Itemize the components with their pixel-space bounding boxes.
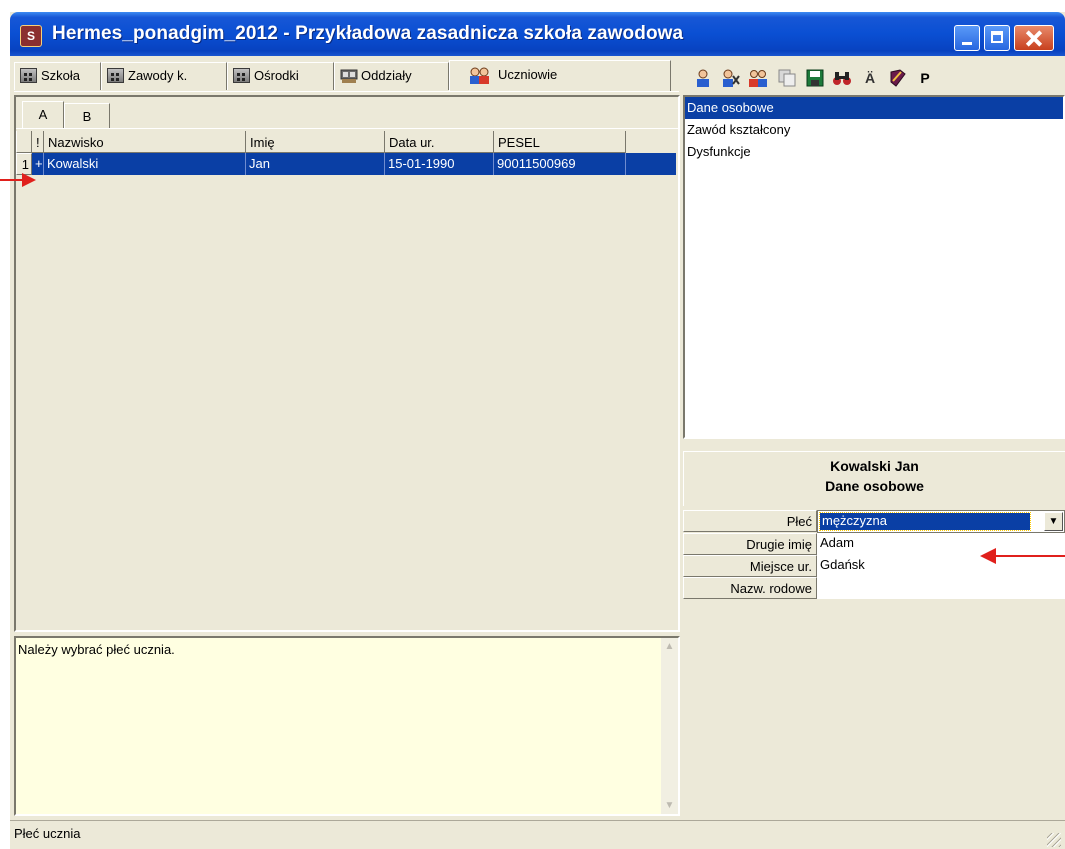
detail-student-name: Kowalski Jan: [830, 458, 919, 474]
app-icon: S: [20, 25, 42, 47]
title-bar[interactable]: S Hermes_ponadgim_2012 - Przykładowa zas…: [10, 12, 1065, 56]
tab-divider: [14, 91, 679, 92]
resize-grip-icon[interactable]: [1047, 833, 1061, 847]
tab-label: Oddziały: [361, 68, 412, 83]
app-window: S Hermes_ponadgim_2012 - Przykładowa zas…: [10, 12, 1065, 849]
minimize-button[interactable]: [954, 25, 980, 51]
student-icon[interactable]: [693, 68, 713, 88]
status-text: Płeć ucznia: [14, 826, 81, 841]
building-icon: [20, 68, 37, 83]
classroom-icon: [340, 68, 358, 83]
nazw-rodowe-field[interactable]: [817, 577, 1065, 599]
students-grid-panel: A B ! Nazwisko Imię Data ur. PESEL 1 + K…: [14, 95, 680, 632]
column-header-data-ur[interactable]: Data ur.: [385, 131, 494, 153]
binoculars-icon[interactable]: [832, 68, 852, 88]
column-header-flag[interactable]: !: [32, 131, 44, 153]
maximize-button[interactable]: [984, 25, 1010, 51]
column-header-pesel[interactable]: PESEL: [494, 131, 626, 153]
copy-icon[interactable]: [777, 68, 797, 88]
tab-oddzialy[interactable]: Oddziały: [334, 62, 449, 90]
table-row[interactable]: + Kowalski Jan 15-01-1990 90011500969: [32, 153, 676, 175]
tab-label: Uczniowie: [498, 67, 558, 82]
subtab-b[interactable]: B: [64, 103, 110, 128]
window-title: Hermes_ponadgim_2012 - Przykładowa zasad…: [52, 23, 684, 44]
building-icon: [107, 68, 124, 83]
tab-label: Szkoła: [41, 68, 81, 83]
students-icon: [468, 67, 492, 84]
list-item-dysfunkcje[interactable]: Dysfunkcje: [685, 141, 1063, 163]
students-group-icon[interactable]: [748, 68, 768, 88]
field-label-plec: Płeć: [683, 510, 817, 532]
column-header-imie[interactable]: Imię: [246, 131, 385, 153]
tab-zawody[interactable]: Zawody k.: [101, 62, 227, 90]
subtab-a[interactable]: A: [22, 101, 64, 128]
status-bar: Płeć ucznia: [10, 820, 1065, 849]
tab-label: Zawody k.: [128, 68, 188, 83]
tab-label: Ośrodki: [254, 68, 299, 83]
annotation-arrow-icon: [980, 548, 1065, 564]
cut-student-icon[interactable]: [720, 68, 740, 88]
book-icon[interactable]: [888, 68, 908, 88]
plec-select-value[interactable]: mężczyzna: [819, 512, 1031, 531]
subtab-divider: [16, 128, 678, 129]
tab-osrodki[interactable]: Ośrodki: [227, 62, 334, 90]
chevron-down-icon[interactable]: ▼: [1044, 512, 1063, 531]
field-label-drugie-imie: Drugie imię: [683, 533, 817, 555]
field-label-nazw-rodowe: Nazw. rodowe: [683, 577, 817, 599]
hint-message-box: Należy wybrać płeć ucznia. ▲ ▼: [14, 636, 680, 816]
scrollbar[interactable]: ▲ ▼: [661, 638, 678, 814]
scroll-down-icon[interactable]: ▼: [661, 797, 678, 814]
detail-header: Kowalski Jan Dane osobowe: [683, 451, 1065, 506]
list-item-dane-osobowe[interactable]: Dane osobowe: [685, 97, 1063, 119]
field-label-miejsce-ur: Miejsce ur.: [683, 555, 817, 577]
scroll-up-icon[interactable]: ▲: [661, 638, 678, 655]
cell-pesel[interactable]: 90011500969: [494, 153, 626, 175]
plec-select[interactable]: mężczyzna ▼: [817, 510, 1065, 533]
umlaut-icon[interactable]: Ä: [860, 68, 880, 88]
tab-uczniowie[interactable]: Uczniowie: [449, 60, 671, 92]
close-button[interactable]: [1014, 25, 1054, 51]
row-header-corner: [16, 131, 32, 153]
hint-message: Należy wybrać płeć ucznia.: [18, 642, 175, 657]
cell-data-ur[interactable]: 15-01-1990: [385, 153, 494, 175]
cell-imie[interactable]: Jan: [246, 153, 385, 175]
detail-section-title: Dane osobowe: [825, 478, 924, 494]
section-list: Dane osobowe Zawód kształcony Dysfunkcje: [683, 95, 1065, 439]
column-header-nazwisko[interactable]: Nazwisko: [44, 131, 246, 153]
annotation-arrow-icon: [0, 173, 36, 187]
list-item-zawod-ksztalcony[interactable]: Zawód kształcony: [685, 119, 1063, 141]
save-icon[interactable]: [805, 68, 825, 88]
cell-nazwisko[interactable]: Kowalski: [44, 153, 246, 175]
building-icon: [233, 68, 250, 83]
tab-szkola[interactable]: Szkoła: [14, 62, 101, 90]
p-icon[interactable]: P: [915, 68, 935, 88]
